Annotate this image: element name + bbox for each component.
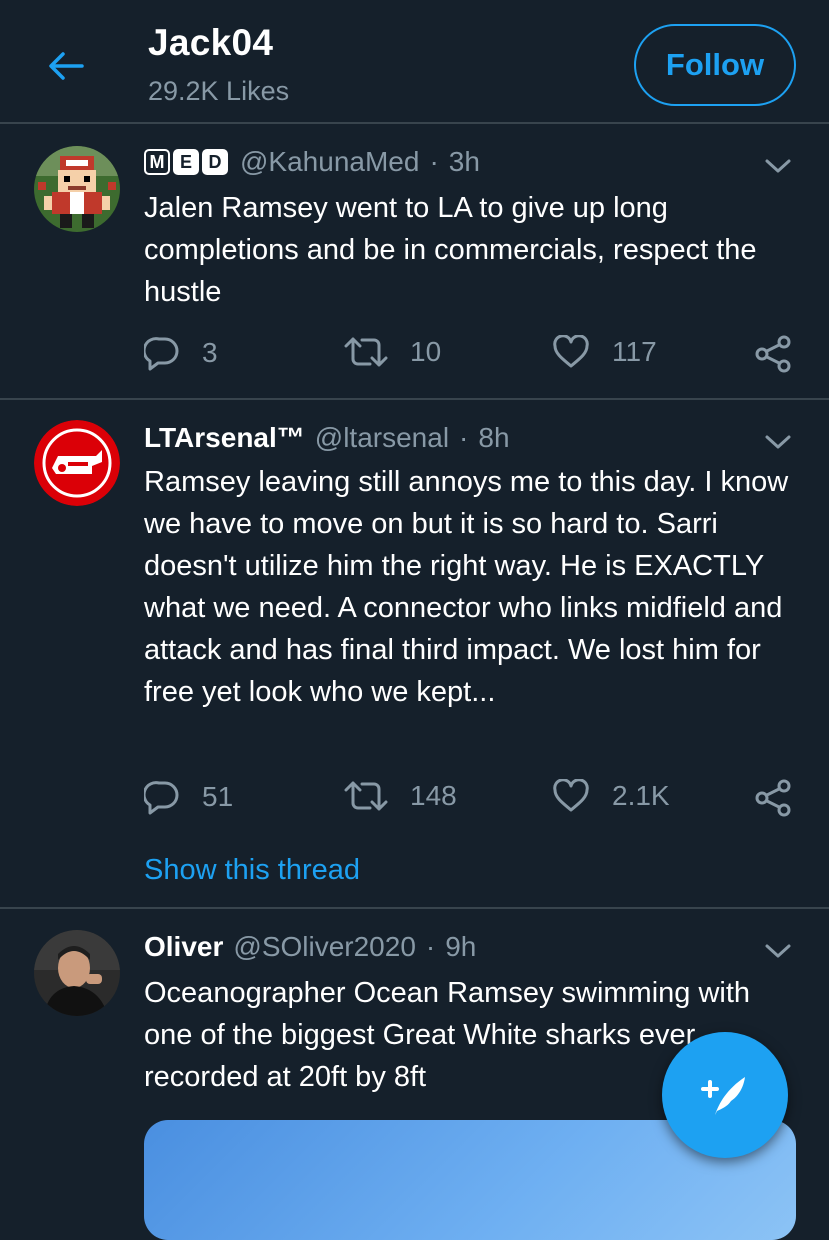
tweet-menu-button[interactable] bbox=[760, 933, 796, 969]
user-handle[interactable]: @KahunaMed bbox=[240, 146, 419, 178]
profile-header: Jack04 29.2K Likes Follow bbox=[0, 0, 829, 124]
badge-letter: M bbox=[144, 149, 170, 175]
retweet-count: 10 bbox=[410, 336, 442, 367]
avatar[interactable] bbox=[34, 420, 120, 506]
badge-letter: D bbox=[202, 149, 228, 175]
share-icon bbox=[755, 335, 791, 373]
like-count: 2.1K bbox=[612, 780, 670, 811]
chevron-down-icon bbox=[765, 159, 791, 173]
share-icon bbox=[755, 779, 791, 817]
arsenal-crest-image bbox=[34, 420, 120, 506]
tweet-header: Oliver @SOliver2020 · 9h bbox=[144, 931, 476, 963]
share-button[interactable] bbox=[754, 779, 794, 817]
reply-icon bbox=[144, 337, 179, 371]
timestamp[interactable]: 8h bbox=[478, 422, 509, 454]
chevron-down-icon bbox=[765, 435, 791, 449]
chevron-down-icon bbox=[765, 944, 791, 958]
retweet-count: 148 bbox=[410, 780, 457, 811]
back-button[interactable] bbox=[44, 44, 88, 88]
like-icon bbox=[553, 779, 589, 812]
reply-button[interactable]: 51 bbox=[144, 779, 233, 815]
separator-dot: · bbox=[429, 146, 439, 177]
reply-count: 51 bbox=[202, 781, 234, 812]
tweet-actions: 3 10 117 bbox=[144, 335, 804, 375]
like-button[interactable]: 2.1K bbox=[552, 779, 670, 813]
separator-dot: · bbox=[459, 422, 469, 453]
share-button[interactable] bbox=[754, 335, 794, 373]
profile-name: Jack04 bbox=[148, 22, 274, 63]
avatar[interactable] bbox=[34, 146, 120, 232]
tweet-text: Jalen Ramsey went to LA to give up long … bbox=[144, 192, 757, 308]
timestamp[interactable]: 9h bbox=[445, 931, 476, 963]
reply-button[interactable]: 3 bbox=[144, 335, 218, 371]
compose-tweet-button[interactable] bbox=[662, 1032, 788, 1158]
back-arrow-icon bbox=[49, 52, 84, 80]
like-button[interactable]: 117 bbox=[552, 335, 657, 369]
user-handle[interactable]: @ltarsenal bbox=[315, 422, 449, 454]
user-display-name[interactable]: Oliver bbox=[144, 931, 223, 963]
divider bbox=[0, 398, 829, 400]
reply-count: 3 bbox=[202, 337, 218, 368]
photo-avatar-image bbox=[34, 930, 120, 1016]
tweet-header: M E D @KahunaMed · 3h bbox=[144, 146, 480, 178]
tweet-actions: 51 148 2.1K bbox=[144, 779, 804, 819]
compose-tweet-icon bbox=[701, 1077, 745, 1115]
separator-dot: · bbox=[425, 931, 436, 962]
retweet-icon bbox=[344, 781, 388, 811]
tweet-header: LTArsenal™ @ltarsenal · 8h bbox=[144, 422, 510, 454]
like-icon bbox=[553, 335, 589, 368]
user-handle[interactable]: @SOliver2020 bbox=[233, 931, 416, 963]
retweet-icon bbox=[344, 337, 388, 367]
reply-icon bbox=[144, 781, 179, 815]
show-thread-link[interactable]: Show this thread bbox=[144, 854, 360, 887]
retweet-button[interactable]: 148 bbox=[344, 779, 457, 813]
tweet-text: Ramsey leaving still annoys me to this d… bbox=[144, 466, 789, 708]
pixel-avatar-image bbox=[34, 146, 120, 232]
tweet-menu-button[interactable] bbox=[760, 148, 796, 184]
follow-button[interactable]: Follow bbox=[634, 24, 796, 106]
user-display-name[interactable]: LTArsenal™ bbox=[144, 422, 305, 454]
timestamp[interactable]: 3h bbox=[449, 146, 480, 178]
name-badge: M E D bbox=[144, 149, 228, 175]
likes-count: 29.2K Likes bbox=[148, 76, 290, 106]
tweet-menu-button[interactable] bbox=[760, 424, 796, 460]
retweet-button[interactable]: 10 bbox=[344, 335, 441, 369]
like-count: 117 bbox=[612, 336, 657, 367]
badge-letter: E bbox=[173, 149, 199, 175]
avatar[interactable] bbox=[34, 930, 120, 1016]
divider bbox=[0, 907, 829, 909]
